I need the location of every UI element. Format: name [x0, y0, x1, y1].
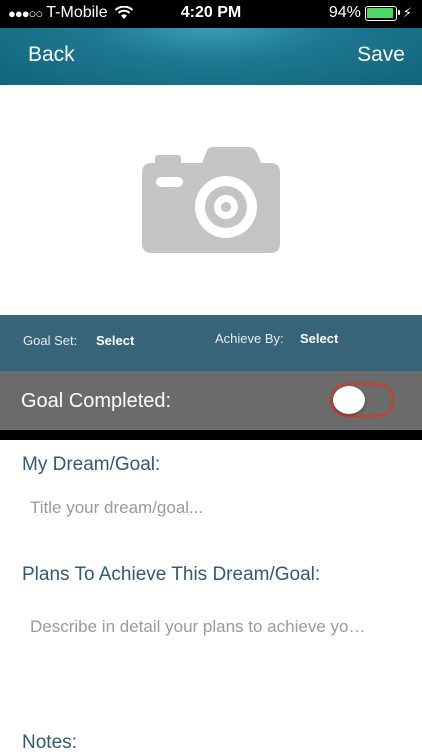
charging-icon: ⚡ — [402, 5, 412, 20]
goal-completed-row: Goal Completed: — [0, 371, 422, 430]
goal-completed-toggle[interactable] — [330, 383, 394, 417]
goal-form: My Dream/Goal: Plans To Achieve This Dre… — [0, 440, 422, 753]
battery-icon — [364, 5, 400, 21]
plans-label: Plans To Achieve This Dream/Goal: — [22, 564, 321, 585]
dream-goal-label: My Dream/Goal: — [22, 454, 161, 475]
dream-goal-input[interactable] — [30, 498, 400, 518]
goal-completed-label: Goal Completed: — [21, 390, 172, 412]
goal-set-select[interactable]: Select — [96, 333, 134, 348]
battery-percent: 94% — [328, 4, 361, 21]
save-button[interactable]: Save — [357, 43, 405, 67]
status-bar: ●●●○○ T-Mobile 4:20 PM 94% ⚡ — [0, 0, 422, 28]
goal-set-label: Goal Set: — [23, 333, 78, 348]
notes-label: Notes: — [22, 732, 77, 753]
photo-picker[interactable] — [0, 85, 422, 315]
camera-icon[interactable] — [142, 147, 280, 253]
nav-bar: Back Save — [0, 28, 422, 85]
battery-group: 94% ⚡ — [329, 4, 412, 22]
divider — [0, 430, 422, 440]
toggle-knob — [333, 386, 365, 414]
achieve-by-label: Achieve By: — [215, 331, 284, 346]
achieve-by-select[interactable]: Select — [300, 331, 338, 346]
date-bar: Goal Set: Select Achieve By: Select — [0, 315, 422, 371]
plans-input[interactable] — [30, 617, 400, 637]
back-button[interactable]: Back — [28, 43, 75, 67]
